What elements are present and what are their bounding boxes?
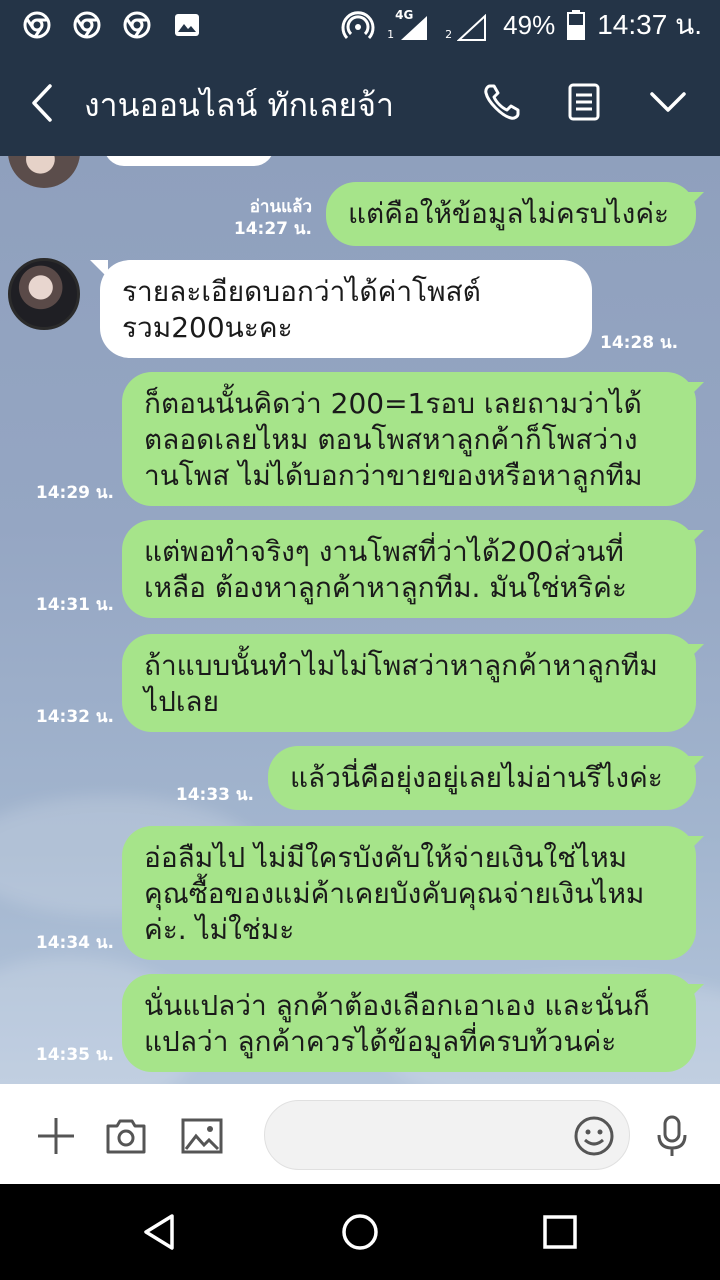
message-line: ไปเลย (144, 685, 219, 718)
message-bubble-out[interactable]: แต่คือให้ข้อมูลไม่ครบไงค่ะ (326, 182, 696, 246)
notification-icons (22, 10, 202, 40)
sim1-label: 1 (387, 28, 395, 41)
sim2-label: 2 (445, 28, 453, 41)
hotspot-icon (341, 11, 375, 40)
message-bubble-out[interactable]: แล้วนี่คือยุ่งอยู่เลยไม่อ่านรึไงค่ะ (268, 746, 696, 810)
avatar[interactable] (8, 258, 80, 330)
signal-sim2: 2 (445, 6, 491, 44)
recents-square-icon[interactable] (540, 1212, 580, 1252)
status-indicators: 4G 1 2 49% 14:37 น. (341, 6, 702, 44)
avatar[interactable] (8, 156, 80, 188)
chrome-icon (72, 10, 102, 40)
message-bubble-out[interactable]: ถ้าแบบนั้นทำไมไม่โพสว่าหาลูกค้าหาลูกทีม … (122, 634, 696, 732)
camera-icon[interactable] (104, 1114, 148, 1158)
chat-area[interactable]: อ่านแล้ว 14:27 น. แต่คือให้ข้อมูลไม่ครบไ… (0, 156, 720, 1084)
message-line: ค่ะ. ไม่ใช่มะ (144, 913, 295, 946)
message-line: แต่พอทำจริงๆ งานโพสที่ว่าได้200ส่วนที่ (144, 535, 624, 568)
message-bubble-out[interactable]: ก็ตอนนั้นคิดว่า 200=1รอบ เลยถามว่าได้ ตล… (122, 372, 696, 506)
message-input-field[interactable] (264, 1100, 630, 1170)
chevron-down-icon[interactable] (646, 80, 690, 124)
microphone-icon[interactable] (650, 1114, 694, 1158)
message-line: ถ้าแบบนั้นทำไมไม่โพสว่าหาลูกค้าหาลูกทีม (144, 649, 658, 682)
message-text: แล้วนี่คือยุ่งอยู่เลยไม่อ่านรึไงค่ะ (290, 761, 663, 794)
status-bar: 4G 1 2 49% 14:37 น. (0, 0, 720, 50)
back-arrow-icon[interactable] (24, 80, 64, 126)
clock: 14:37 น. (597, 9, 702, 40)
emoji-icon[interactable] (573, 1115, 615, 1157)
chat-header: งานออนไลน์ ทักเลยจ้า (0, 50, 720, 156)
chrome-icon (122, 10, 152, 40)
message-time: 14:33 น. (175, 785, 254, 805)
message-time: 14:32 น. (35, 707, 114, 727)
gallery-icon (172, 10, 202, 40)
message-line: แปลว่า ลูกค้าควรได้ข้อมูลที่ครบท้วนค่ะ (144, 1025, 617, 1058)
plus-icon[interactable] (34, 1114, 78, 1158)
signal-empty-icon (457, 14, 487, 41)
message-time: 14:31 น. (35, 595, 114, 615)
message-line: นั่นแปลว่า ลูกค้าต้องเลือกเอาเอง และนั่น… (144, 989, 650, 1022)
message-line: เหลือ ต้องหาลูกค้าหาลูกทีม. มันใช่หริค่ะ (144, 571, 627, 604)
back-triangle-icon[interactable] (140, 1212, 180, 1252)
message-line: ตลอดเลยไหม ตอนโพสหาลูกค้าก็โพสว่าง (144, 423, 638, 456)
message-bubble-in[interactable]: รายละเอียดบอกว่าได้ค่าโพสต์ รวม200นะคะ (100, 260, 592, 358)
message-time: 14:35 น. (35, 1045, 114, 1065)
image-icon[interactable] (180, 1114, 224, 1158)
message-time: 14:34 น. (35, 933, 114, 953)
input-bar (0, 1084, 720, 1184)
message-text: แต่คือให้ข้อมูลไม่ครบไงค่ะ (348, 197, 670, 230)
message-meta: อ่านแล้ว 14:27 น. (222, 196, 312, 240)
message-bubble-out[interactable]: แต่พอทำจริงๆ งานโพสที่ว่าได้200ส่วนที่ เ… (122, 520, 696, 618)
chat-title: งานออนไลน์ ทักเลยจ้า (84, 86, 395, 124)
message-bubble-out[interactable]: นั่นแปลว่า ลูกค้าต้องเลือกเอาเอง และนั่น… (122, 974, 696, 1072)
message-bubble-partial[interactable] (104, 156, 274, 166)
message-line: อ่อลืมไป ไม่มีใครบังคับให้จ่ายเงินใช่ไหม (144, 841, 628, 874)
message-time: 14:27 น. (233, 219, 312, 239)
phone-icon[interactable] (480, 80, 524, 124)
message-line: ก็ตอนนั้นคิดว่า 200=1รอบ เลยถามว่าได้ (144, 387, 642, 420)
message-time: 14:29 น. (35, 483, 114, 503)
chrome-icon (22, 10, 52, 40)
battery-percent: 49% (503, 9, 556, 40)
message-line: รายละเอียดบอกว่าได้ค่าโพสต์ (122, 275, 481, 308)
message-bubble-out[interactable]: อ่อลืมไป ไม่มีใครบังคับให้จ่ายเงินใช่ไหม… (122, 826, 696, 960)
message-time: 14:28 น. (600, 333, 679, 353)
signal-sim1: 4G 1 (387, 6, 433, 44)
message-line: คุณซื้อของแม่ค้าเคยบังคับคุณจ่ายเงินไหม (144, 877, 645, 910)
battery-icon (567, 10, 586, 40)
signal-icon (401, 16, 428, 40)
message-line: รวม200นะคะ (122, 311, 293, 344)
read-receipt: อ่านแล้ว (249, 197, 312, 217)
system-nav-bar (0, 1184, 720, 1280)
home-circle-icon[interactable] (340, 1212, 380, 1252)
message-line: านโพส ไม่ได้บอกว่าขายของหรือหาลูกทีม (144, 459, 643, 492)
notes-icon[interactable] (562, 80, 606, 124)
